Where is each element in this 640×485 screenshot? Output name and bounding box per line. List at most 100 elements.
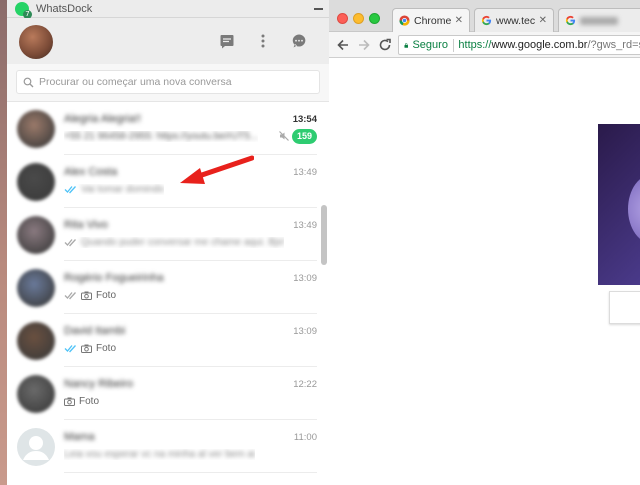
minimize-window-button[interactable] bbox=[353, 13, 364, 24]
url-path: /?gws_rd=s bbox=[587, 39, 640, 51]
chat-time: 11:00 bbox=[293, 432, 317, 443]
chat-time: 13:49 bbox=[293, 167, 317, 178]
close-window-button[interactable] bbox=[337, 13, 348, 24]
chat-preview: Leia vou esperar vc na minha al ver bem … bbox=[64, 449, 255, 460]
chat-item[interactable]: Mama 11:00 Leia vou esperar vc na minha al… bbox=[7, 420, 329, 473]
url-scheme: https:// bbox=[458, 39, 492, 51]
chat-name: Alex Costa bbox=[64, 166, 118, 178]
chat-name: Rogério Fogueirinha bbox=[64, 272, 164, 284]
chat-preview-text: Foto bbox=[96, 290, 117, 301]
chat-avatar[interactable] bbox=[17, 428, 55, 466]
chat-list-scrollbar[interactable] bbox=[321, 205, 327, 265]
double-check-icon bbox=[64, 239, 76, 247]
google-icon bbox=[481, 15, 492, 26]
new-chat-icon[interactable] bbox=[291, 33, 307, 49]
chat-avatar[interactable] bbox=[17, 216, 55, 254]
whatsdock-header bbox=[7, 18, 329, 64]
chat-name: Mama bbox=[64, 431, 95, 443]
chat-preview-text: Foto bbox=[79, 396, 100, 407]
chat-preview: Foto bbox=[64, 396, 99, 407]
unread-badge: 159 bbox=[291, 129, 317, 144]
lock-icon bbox=[404, 42, 409, 48]
doodle-image[interactable] bbox=[598, 124, 640, 285]
whatsdock-titlebar: 7 WhatsDock bbox=[7, 0, 329, 19]
chat-avatar[interactable] bbox=[17, 375, 55, 413]
forward-arrow-icon[interactable] bbox=[356, 37, 372, 53]
tab-title-redacted bbox=[580, 16, 618, 25]
tab-close-icon[interactable]: ✕ bbox=[455, 15, 463, 26]
chat-list: Alegria Alegria!! 13:54 +55 21 96458-2955:… bbox=[7, 102, 329, 484]
chat-item-body: David Itambi 13:09 Foto bbox=[64, 314, 317, 367]
chat-item[interactable]: Rita Vivo 13:49 Quando puder conversar me … bbox=[7, 208, 329, 261]
page-content bbox=[329, 59, 640, 485]
chat-item[interactable]: Nancy Ribeiro 12:22 Foto bbox=[7, 367, 329, 420]
tab-chrome-w[interactable]: Chrome W ✕ bbox=[392, 8, 470, 32]
chat-preview-text: Leia vou esperar vc na minha al ver bem … bbox=[64, 449, 256, 460]
tab-blurred[interactable] bbox=[558, 8, 640, 32]
whatsdock-window: 7 WhatsDock Procurar ou começar uma nova… bbox=[7, 0, 329, 485]
chat-item[interactable]: Alex Costa 13:49 Vai tomar domindo bbox=[7, 155, 329, 208]
back-arrow-icon[interactable] bbox=[335, 37, 351, 53]
doodle-orb bbox=[628, 174, 640, 244]
tab-close-icon[interactable]: ✕ bbox=[539, 15, 547, 26]
tab-techtudo[interactable]: www.techt ✕ bbox=[474, 8, 554, 32]
chat-name: David Itambi bbox=[64, 325, 126, 337]
chat-item-body: Rogério Fogueirinha 13:09 Foto bbox=[64, 261, 317, 314]
tab-title: Chrome W bbox=[414, 14, 451, 27]
menu-dots-icon[interactable] bbox=[255, 33, 271, 49]
chat-preview-text: +55 21 96458-2955: https://youtu.be/rUT5… bbox=[64, 131, 259, 142]
search-bar bbox=[7, 64, 329, 102]
chat-avatar[interactable] bbox=[17, 322, 55, 360]
red-arrow-annotation bbox=[180, 155, 254, 184]
chrome-tabbar: Chrome W ✕ www.techt ✕ bbox=[329, 0, 640, 32]
chat-item[interactable]: Alegria Alegria!! 13:54 +55 21 96458-2955:… bbox=[7, 102, 329, 155]
whatsdock-app-icon: 7 bbox=[15, 2, 32, 19]
chat-item-body: Rita Vivo 13:49 Quando puder conversar me … bbox=[64, 208, 317, 261]
chat-preview-text: Foto bbox=[96, 343, 117, 354]
chat-preview: Vai tomar domindo bbox=[64, 184, 164, 195]
double-check-icon bbox=[64, 186, 76, 194]
camera-icon bbox=[64, 397, 75, 406]
chat-preview: +55 21 96458-2955: https://youtu.be/rUT5… bbox=[64, 131, 258, 142]
chat-preview-text: Vai tomar domindo bbox=[81, 184, 165, 195]
chat-item-body: Nancy Ribeiro 12:22 Foto bbox=[64, 367, 317, 420]
double-check-icon bbox=[64, 292, 76, 300]
chrome-icon bbox=[399, 15, 410, 26]
window-title: WhatsDock bbox=[36, 3, 93, 15]
chat-time: 13:09 bbox=[293, 273, 317, 284]
content-card[interactable] bbox=[609, 291, 640, 324]
chat-name: Alegria Alegria!! bbox=[64, 113, 142, 125]
chat-preview-text: Quando puder conversar me chame aqui. Bj… bbox=[81, 237, 284, 248]
default-avatar-icon bbox=[17, 428, 55, 466]
address-bar[interactable]: Seguro https:// www.google.com.br /?gws_… bbox=[398, 35, 640, 55]
search-input[interactable] bbox=[39, 76, 309, 88]
google-icon bbox=[565, 15, 576, 26]
chat-preview: Foto bbox=[64, 343, 116, 354]
camera-icon bbox=[81, 291, 92, 300]
search-box[interactable] bbox=[16, 70, 320, 94]
chat-name: Nancy Ribeiro bbox=[64, 378, 134, 390]
chat-avatar[interactable] bbox=[17, 163, 55, 201]
double-check-icon bbox=[64, 345, 76, 353]
chat-time: 13:54 bbox=[292, 114, 317, 125]
chrome-toolbar: Seguro https:// www.google.com.br /?gws_… bbox=[329, 32, 640, 58]
chat-item-body: Alegria Alegria!! 13:54 +55 21 96458-2955:… bbox=[64, 102, 317, 155]
chat-time: 13:09 bbox=[293, 326, 317, 337]
chat-avatar[interactable] bbox=[17, 269, 55, 307]
secure-label: Seguro bbox=[412, 39, 448, 51]
chat-item[interactable]: David Itambi 13:09 Foto bbox=[7, 314, 329, 367]
chat-avatar[interactable] bbox=[17, 110, 55, 148]
chat-preview: Foto bbox=[64, 290, 116, 301]
maximize-window-button[interactable] bbox=[369, 13, 380, 24]
my-avatar[interactable] bbox=[19, 25, 53, 59]
status-icon[interactable] bbox=[219, 33, 235, 49]
chat-name: Rita Vivo bbox=[64, 219, 108, 231]
chat-time: 12:22 bbox=[293, 379, 317, 390]
chat-time: 13:49 bbox=[293, 220, 317, 231]
reload-icon[interactable] bbox=[377, 37, 393, 53]
camera-icon bbox=[81, 344, 92, 353]
chat-preview: Quando puder conversar me chame aqui. Bj… bbox=[64, 237, 284, 248]
chat-item[interactable]: Rogério Fogueirinha 13:09 Foto bbox=[7, 261, 329, 314]
minimize-icon[interactable] bbox=[314, 8, 323, 10]
chrome-window: Chrome W ✕ www.techt ✕ bbox=[329, 0, 640, 485]
